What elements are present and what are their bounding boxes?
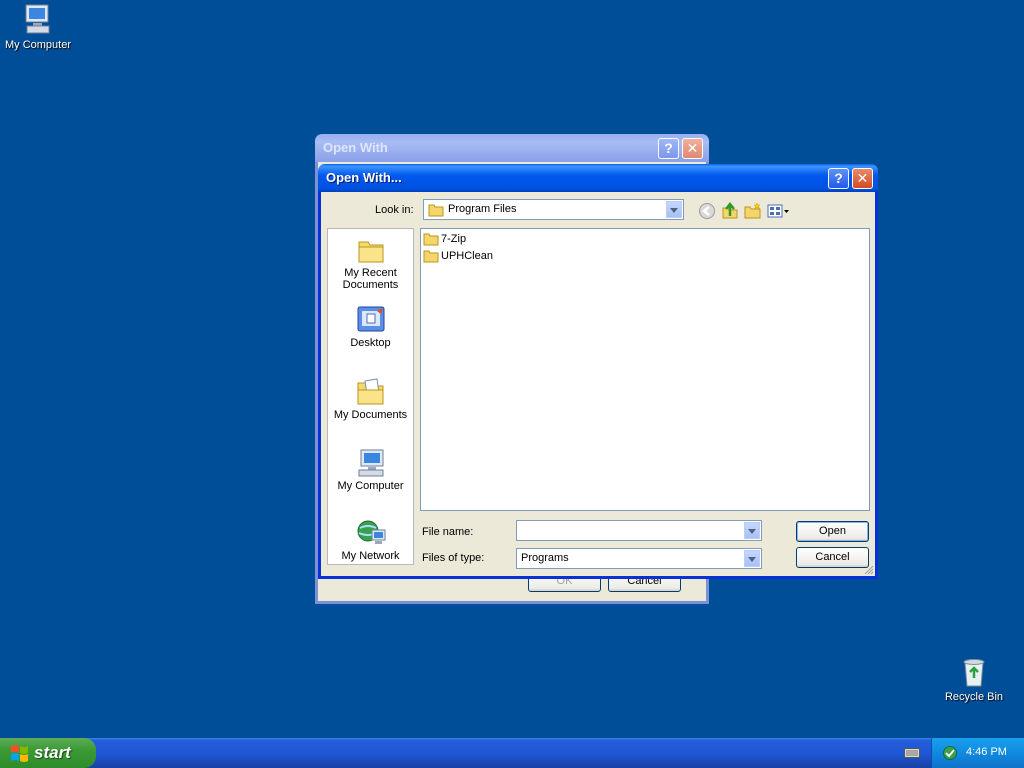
look-in-label: Look in:	[375, 204, 414, 216]
view-menu-icon[interactable]	[767, 202, 791, 220]
windows-logo-icon	[11, 745, 28, 762]
desktop-icon	[357, 306, 384, 332]
place-label: My Network	[341, 550, 400, 562]
network-tray-icon[interactable]	[942, 745, 958, 761]
computer-icon	[25, 4, 50, 34]
place-label: My Documents	[333, 409, 408, 421]
folder-icon	[428, 204, 444, 217]
places-bar: My Recent Documents Desktop My Documents	[327, 228, 414, 565]
help-button[interactable]: ?	[658, 138, 679, 159]
taskbar: start 4:46 PM	[0, 738, 1024, 768]
recycle-bin-icon	[963, 659, 985, 687]
title-bar[interactable]: Open With... ? ✕	[318, 164, 878, 192]
close-button[interactable]: ✕	[682, 138, 703, 159]
up-folder-icon[interactable]	[721, 202, 739, 220]
recent-documents-icon	[358, 241, 383, 263]
open-with-file-dialog: Open With... ? ✕ Look in: Program Files	[318, 164, 878, 579]
window-title: Open With	[323, 140, 388, 155]
computer-icon	[358, 449, 383, 477]
file-list[interactable]: 7-Zip UPHClean	[420, 228, 870, 511]
start-label: start	[34, 743, 71, 762]
place-my-documents[interactable]: My Documents	[328, 377, 413, 421]
look-in-value: Program Files	[448, 203, 517, 215]
file-name: 7-Zip	[441, 232, 467, 245]
folder-icon	[423, 250, 439, 263]
place-label: Desktop	[350, 337, 391, 349]
keyboard-icon[interactable]	[904, 747, 920, 759]
desktop-icon-label: My Computer	[4, 39, 72, 51]
open-button[interactable]: Open	[796, 521, 869, 542]
list-item[interactable]: UPHClean	[423, 249, 493, 265]
file-name-label: File name:	[422, 526, 474, 538]
chevron-down-icon[interactable]	[744, 550, 760, 567]
chevron-down-icon[interactable]	[666, 201, 682, 218]
desktop-icon-label: Recycle Bin	[944, 691, 1004, 703]
network-globe-icon	[357, 520, 385, 544]
place-label: My Recent Documents	[342, 267, 399, 291]
files-of-type-label: Files of type:	[422, 552, 485, 564]
place-my-computer[interactable]: My Computer	[328, 448, 413, 492]
file-name: UPHClean	[441, 249, 493, 262]
list-item[interactable]: 7-Zip	[423, 232, 466, 248]
place-my-network[interactable]: My Network	[328, 518, 413, 562]
start-button[interactable]: start	[0, 738, 96, 768]
look-in-dropdown[interactable]: Program Files	[423, 199, 684, 220]
system-tray: 4:46 PM	[931, 738, 1024, 768]
chevron-down-icon[interactable]	[744, 522, 760, 539]
place-desktop[interactable]: Desktop	[328, 305, 413, 349]
resize-grip-icon[interactable]	[864, 565, 874, 575]
my-documents-icon	[357, 378, 383, 405]
cancel-button[interactable]: Cancel	[796, 547, 869, 568]
clock[interactable]: 4:46 PM	[966, 746, 1007, 758]
folder-icon	[423, 233, 439, 246]
files-of-type-value: Programs	[521, 552, 569, 564]
close-button[interactable]: ✕	[852, 168, 873, 189]
dialog-title: Open With...	[326, 170, 402, 185]
file-name-input[interactable]	[516, 520, 762, 541]
new-folder-icon[interactable]	[744, 202, 762, 220]
desktop-icon-my-computer[interactable]: My Computer	[0, 2, 76, 51]
place-label: My Computer	[337, 480, 404, 492]
title-bar[interactable]: Open With ? ✕	[315, 134, 709, 162]
files-of-type-dropdown[interactable]: Programs	[516, 548, 762, 569]
place-my-recent-documents[interactable]: My Recent Documents	[328, 237, 413, 291]
help-button[interactable]: ?	[828, 168, 849, 189]
desktop-icon-recycle-bin[interactable]: Recycle Bin	[936, 656, 1012, 703]
back-icon[interactable]	[698, 202, 716, 220]
